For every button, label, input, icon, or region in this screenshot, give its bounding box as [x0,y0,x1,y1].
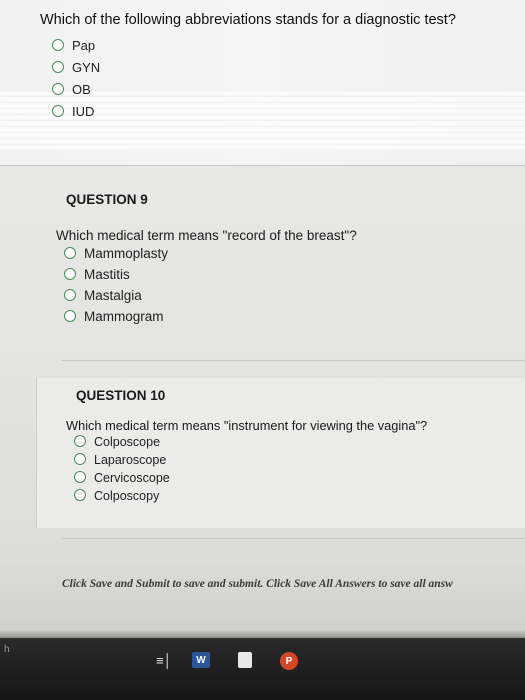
question-8-option-2[interactable]: GYN [52,60,100,75]
question-9-prompt: Which medical term means "record of the … [56,228,357,243]
option-label: Cervicoscope [94,471,170,485]
radio-button[interactable] [74,435,86,447]
radio-button[interactable] [52,105,64,117]
submit-instructions: Click Save and Submit to save and submit… [62,578,453,590]
section-divider [62,538,525,539]
taskbar: h ≡│ W P [0,638,525,700]
radio-button[interactable] [52,39,64,51]
option-label: IUD [72,104,95,119]
question-9-option-2[interactable]: Mastitis [64,267,130,282]
task-view-icon[interactable]: ≡│ [156,652,172,668]
option-label: GYN [72,60,101,75]
question-9-option-4[interactable]: Mammogram [64,309,164,324]
question-10-option-4[interactable]: Colposcopy [74,489,159,503]
question-8-option-1[interactable]: Pap [52,38,95,53]
powerpoint-icon[interactable]: P [280,652,298,670]
radio-button[interactable] [64,268,76,280]
radio-button[interactable] [74,453,86,465]
question-8-option-3[interactable]: OB [52,82,91,97]
option-label: Colposcopy [94,489,160,503]
radio-button[interactable] [74,471,86,483]
question-10-option-3[interactable]: Cervicoscope [74,471,170,485]
screen: Which of the following abbreviations sta… [0,0,525,700]
radio-button[interactable] [52,61,64,73]
question-9-option-3[interactable]: Mastalgia [64,288,142,303]
question-10-option-1[interactable]: Colposcope [74,435,160,449]
question-9-title: QUESTION 9 [66,192,148,207]
question-8-section: Which of the following abbreviations sta… [0,0,525,165]
radio-button[interactable] [64,247,76,259]
option-label: Mastitis [84,267,130,282]
question-10-option-2[interactable]: Laparoscope [74,453,166,467]
option-label: Laparoscope [94,453,167,467]
radio-button[interactable] [74,489,86,501]
question-8-option-4[interactable]: IUD [52,104,94,119]
option-label: Colposcope [94,435,161,449]
document-icon[interactable] [238,652,252,668]
question-8-prompt: Which of the following abbreviations sta… [40,12,456,28]
word-icon[interactable]: W [192,652,210,668]
option-label: Mammoplasty [84,246,169,261]
option-label: OB [72,82,91,97]
option-label: Mammogram [84,309,164,324]
radio-button[interactable] [64,289,76,301]
radio-button[interactable] [64,310,76,322]
question-9-option-1[interactable]: Mammoplasty [64,246,168,261]
section-divider [0,165,525,166]
screen-glare [0,92,525,150]
question-10-title: QUESTION 10 [76,388,166,403]
radio-button[interactable] [52,83,64,95]
section-divider [62,360,525,361]
option-label: Pap [72,38,96,53]
taskbar-left-fragment: h [4,644,10,655]
option-label: Mastalgia [84,288,142,303]
question-10-prompt: Which medical term means "instrument for… [66,418,428,433]
